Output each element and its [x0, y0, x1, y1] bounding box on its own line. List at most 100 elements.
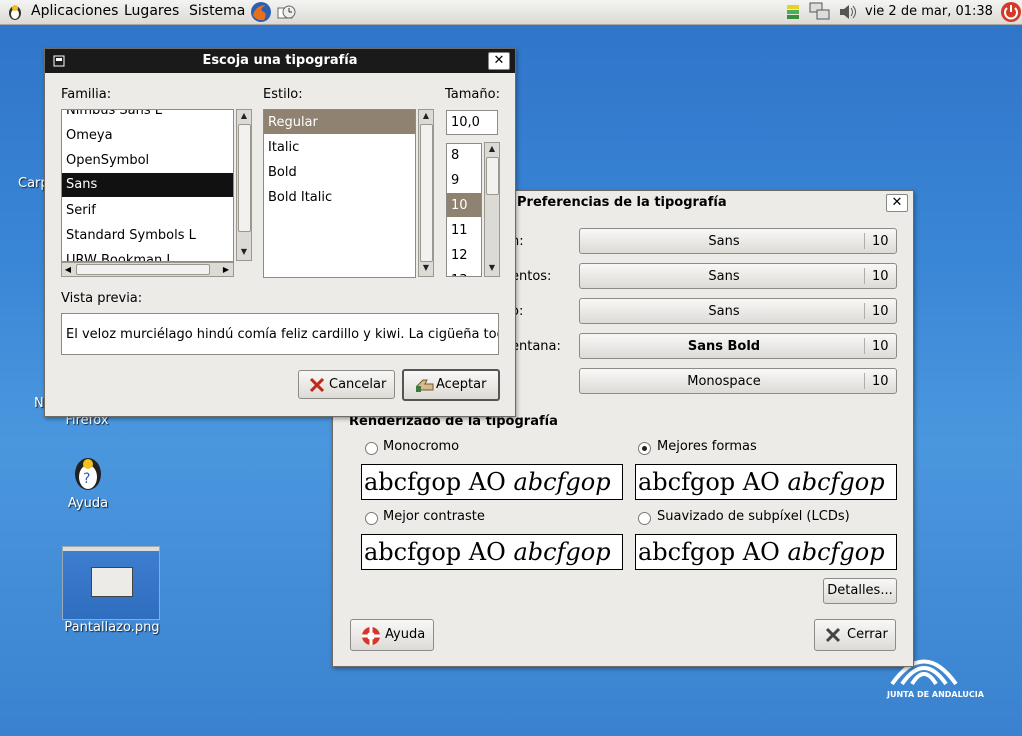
mail-clock-launcher-icon[interactable] [276, 2, 296, 26]
hscrollbar-thumb[interactable] [76, 264, 210, 275]
menu-sistema[interactable]: Sistema [189, 3, 245, 19]
monochrome-radio[interactable] [365, 442, 378, 455]
size-label: Tamaño: [445, 87, 500, 102]
scroll-down-arrow-icon[interactable]: ▼ [419, 262, 433, 274]
desktop-font-button[interactable]: Sans 10 [579, 298, 897, 324]
close-button[interactable]: Cerrar [814, 619, 896, 651]
best-shapes-label[interactable]: Mejores formas [657, 439, 757, 454]
family-item[interactable]: Serif [66, 203, 96, 218]
help-desktop-icon[interactable]: ? [70, 450, 106, 498]
gnome-foot-icon[interactable] [6, 3, 24, 25]
close-icon [825, 627, 841, 647]
cancel-icon [309, 377, 325, 397]
help-button[interactable]: Ayuda [350, 619, 434, 651]
subpixel-label[interactable]: Suavizado de subpíxel (LCDs) [657, 509, 850, 524]
scrollbar-thumb[interactable] [420, 124, 433, 262]
screenshot-thumbnail-icon[interactable] [62, 546, 160, 620]
font-preferences-title: Preferencias de la tipografía [517, 195, 727, 210]
family-item[interactable]: OpenSymbol [66, 153, 149, 168]
scrollbar-thumb[interactable] [238, 124, 251, 232]
scroll-up-arrow-icon[interactable]: ▲ [419, 110, 433, 122]
preview-label: Vista previa: [61, 291, 143, 306]
monochrome-sample[interactable]: abcfgop AO abcfgop [361, 464, 623, 500]
font-row-label-window-title: entana: [511, 339, 561, 354]
family-list-scrollbar[interactable]: ▲ ▼ [236, 109, 252, 261]
best-shapes-sample[interactable]: abcfgop AO abcfgop [635, 464, 897, 500]
family-list-hscrollbar[interactable]: ◀ ▶ [61, 262, 234, 277]
subpixel-sample[interactable]: abcfgop AO abcfgop [635, 534, 897, 570]
size-item[interactable]: 12 [451, 248, 468, 263]
document-font-button[interactable]: Sans 10 [579, 263, 897, 289]
style-item[interactable]: Bold Italic [268, 190, 332, 205]
menu-lugares[interactable]: Lugares [124, 3, 179, 19]
details-button[interactable]: Detalles... [823, 578, 897, 604]
fixed-width-font-button[interactable]: Monospace 10 [579, 368, 897, 394]
network-icon[interactable] [809, 2, 831, 26]
scroll-up-arrow-icon[interactable]: ▲ [237, 110, 251, 122]
size-item-selected[interactable]: 10 [447, 193, 481, 217]
window-title-font-name: Sans Bold [687, 339, 761, 354]
style-item[interactable]: Bold [268, 165, 297, 180]
best-shapes-radio[interactable] [638, 442, 651, 455]
application-font-size: 10 [872, 234, 889, 249]
size-item[interactable]: 8 [451, 148, 459, 163]
document-font-name: Sans [708, 269, 740, 284]
style-item-selected[interactable]: Regular [264, 110, 415, 134]
ok-button[interactable]: Aceptar [402, 369, 500, 401]
font-chooser-dialog: Escoja una tipografía ✕ Familia: Estilo:… [44, 48, 516, 417]
best-contrast-radio[interactable] [365, 512, 378, 525]
scroll-up-arrow-icon[interactable]: ▲ [485, 143, 499, 155]
scrollbar-thumb[interactable] [486, 157, 499, 195]
cancel-button[interactable]: Cancelar [298, 370, 395, 399]
best-contrast-label[interactable]: Mejor contraste [383, 509, 485, 524]
font-chooser-close-button[interactable]: ✕ [488, 52, 510, 70]
desktop-icon-label-n[interactable]: N [34, 396, 44, 411]
family-item[interactable]: Nimbus Sans L [66, 110, 162, 118]
family-label: Familia: [61, 87, 112, 102]
font-chooser-title: Escoja una tipografía [202, 53, 358, 68]
style-list-scrollbar[interactable]: ▲ ▼ [418, 109, 434, 277]
size-input[interactable]: 10,0 [446, 110, 498, 135]
scroll-down-arrow-icon[interactable]: ▼ [237, 246, 251, 258]
preview-field[interactable]: El veloz murciélago hindú comía feliz ca… [61, 313, 499, 355]
size-item[interactable]: 11 [451, 223, 468, 238]
window-title-font-button[interactable]: Sans Bold 10 [579, 333, 897, 359]
desktop-icon-label-pantallazo[interactable]: Pantallazo.png [60, 620, 164, 635]
family-item[interactable]: Standard Symbols L [66, 228, 196, 243]
size-list-scrollbar[interactable]: ▲ ▼ [484, 142, 500, 277]
window-title-font-size: 10 [872, 339, 889, 354]
update-notifier-icon[interactable] [785, 3, 801, 25]
monochrome-label[interactable]: Monocromo [383, 439, 459, 454]
lifebuoy-icon [361, 626, 381, 650]
font-preferences-close-button[interactable]: ✕ [886, 194, 908, 212]
font-row-label-document: entos: [511, 269, 552, 284]
family-list[interactable]: Nimbus Sans L Omeya OpenSymbol Sans Seri… [61, 109, 234, 262]
size-item[interactable]: 13 [451, 273, 468, 276]
font-chooser-titlebar[interactable]: Escoja una tipografía ✕ [45, 49, 515, 73]
desktop-icon-label-ayuda[interactable]: Ayuda [62, 496, 114, 511]
menu-aplicaciones[interactable]: Aplicaciones [31, 3, 118, 19]
best-contrast-sample[interactable]: abcfgop AO abcfgop [361, 534, 623, 570]
family-item[interactable]: URW Bookman L [66, 253, 174, 261]
family-item-selected[interactable]: Sans [62, 173, 233, 197]
family-item[interactable]: Omeya [66, 128, 113, 143]
junta-andalucia-wordmark: JUNTA DE ANDALUCIA [887, 690, 984, 699]
document-font-size: 10 [872, 269, 889, 284]
fixed-width-font-size: 10 [872, 374, 889, 389]
scroll-left-arrow-icon[interactable]: ◀ [62, 263, 74, 276]
style-item[interactable]: Italic [268, 140, 299, 155]
size-list[interactable]: 8 9 10 11 12 13 [446, 143, 482, 277]
svg-text:?: ? [83, 471, 90, 487]
panel-clock[interactable]: vie 2 de mar, 01:38 [865, 4, 993, 19]
scroll-right-arrow-icon[interactable]: ▶ [220, 263, 232, 276]
application-font-name: Sans [708, 234, 740, 249]
firefox-launcher-icon[interactable] [250, 1, 272, 27]
power-icon[interactable] [1000, 1, 1022, 27]
subpixel-radio[interactable] [638, 512, 651, 525]
help-button-label: Ayuda [385, 627, 426, 642]
application-font-button[interactable]: Sans 10 [579, 228, 897, 254]
scroll-down-arrow-icon[interactable]: ▼ [485, 262, 499, 274]
style-list[interactable]: Regular Italic Bold Bold Italic [263, 109, 416, 278]
volume-icon[interactable] [838, 4, 858, 24]
size-item[interactable]: 9 [451, 173, 459, 188]
